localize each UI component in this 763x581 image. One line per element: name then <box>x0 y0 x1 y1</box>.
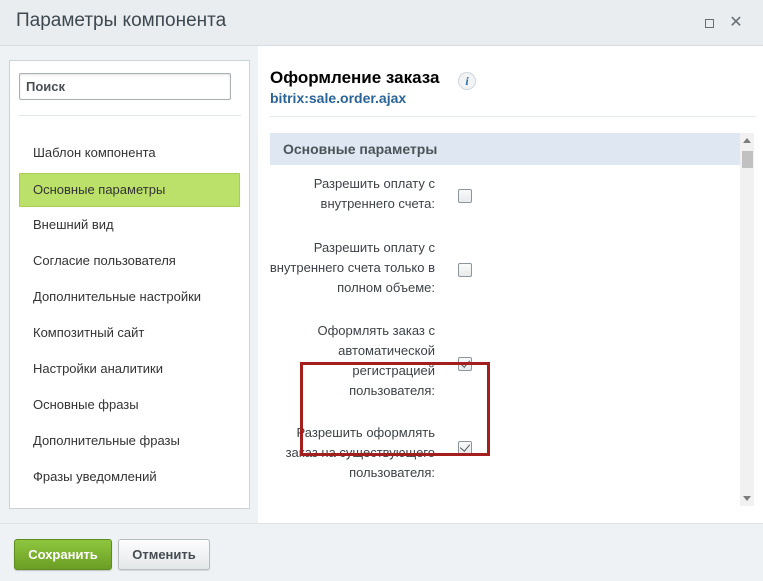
sidebar-divider <box>19 115 241 116</box>
sidebar-item-additional-settings[interactable]: Дополнительные настройки <box>19 281 240 317</box>
main-panel: Оформление заказа i bitrix:sale.order.aj… <box>258 46 763 523</box>
scroll-up-icon[interactable] <box>743 138 751 143</box>
sidebar-item-main-params[interactable]: Основные параметры <box>19 173 240 207</box>
save-button[interactable]: Сохранить <box>14 539 112 570</box>
header-divider <box>270 116 756 117</box>
cancel-button[interactable]: Отменить <box>118 539 210 570</box>
sidebar-item-analytics[interactable]: Настройки аналитики <box>19 353 240 389</box>
component-title: Оформление заказа <box>270 68 440 87</box>
sidebar-item-user-consent[interactable]: Согласие пользователя <box>19 245 240 281</box>
section-header: Основные параметры <box>270 133 740 165</box>
component-code: bitrix:sale.order.ajax <box>270 90 407 106</box>
sidebar-item-additional-phrases[interactable]: Дополнительные фразы <box>19 425 240 461</box>
sidebar: Шаблон компонента Основные параметры Вне… <box>9 60 250 509</box>
dialog-footer: Сохранить Отменить <box>0 523 763 581</box>
param-label: Разрешить оплату с внутреннего счета: <box>313 176 435 211</box>
scrollbar[interactable] <box>740 133 754 506</box>
scroll-thumb[interactable] <box>742 151 753 168</box>
sidebar-menu: Шаблон компонента Основные параметры Вне… <box>19 137 240 497</box>
param-row: Разрешить оплату с внутреннего счета тол… <box>270 235 740 317</box>
window-title: Параметры компонента <box>16 10 227 31</box>
param-checkbox[interactable] <box>458 263 472 277</box>
param-row: Разрешить оплату с внутреннего счета: <box>270 165 740 235</box>
sidebar-item-appearance[interactable]: Внешний вид <box>19 209 240 245</box>
scroll-down-icon[interactable] <box>743 496 751 501</box>
sidebar-item-notification-phrases[interactable]: Фразы уведомлений <box>19 461 240 497</box>
highlight-box <box>300 362 490 456</box>
sidebar-item-template[interactable]: Шаблон компонента <box>19 137 240 173</box>
dialog-content: Шаблон компонента Основные параметры Вне… <box>0 46 763 523</box>
info-icon[interactable]: i <box>458 72 476 90</box>
sidebar-item-composite-site[interactable]: Композитный сайт <box>19 317 240 353</box>
window-titlebar: Параметры компонента ✕ <box>0 0 763 46</box>
maximize-icon[interactable] <box>700 14 718 32</box>
sidebar-item-main-phrases[interactable]: Основные фразы <box>19 389 240 425</box>
search-input[interactable] <box>19 73 231 100</box>
params-list: Основные параметры Разрешить оплату с вн… <box>270 133 754 506</box>
close-icon[interactable]: ✕ <box>727 14 745 32</box>
param-label: Разрешить оплату с внутреннего счета тол… <box>270 240 435 295</box>
param-checkbox[interactable] <box>458 189 472 203</box>
